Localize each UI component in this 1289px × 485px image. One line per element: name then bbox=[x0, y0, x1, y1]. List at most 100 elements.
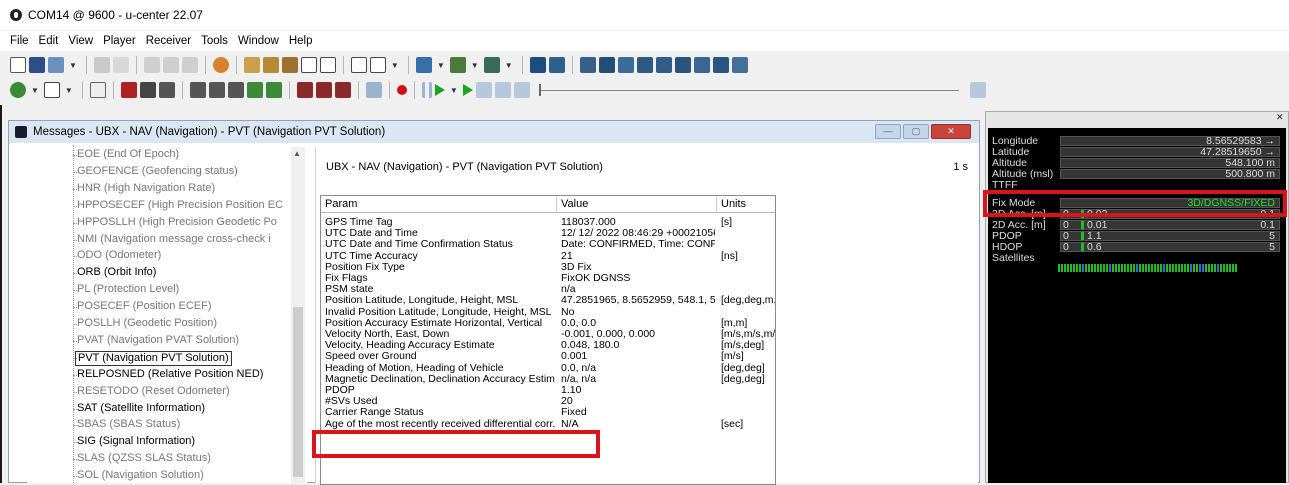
debug-icon[interactable] bbox=[120, 82, 137, 98]
print-icon[interactable] bbox=[93, 57, 110, 73]
new-file-icon[interactable] bbox=[10, 57, 26, 73]
rewind-icon[interactable] bbox=[513, 82, 530, 98]
chevron-down-icon[interactable]: ▼ bbox=[437, 61, 445, 70]
copy-icon[interactable] bbox=[162, 57, 179, 73]
menu-receiver[interactable]: Receiver bbox=[146, 35, 191, 47]
view-icon[interactable] bbox=[598, 57, 615, 73]
view-icon[interactable] bbox=[731, 57, 748, 73]
slider-handle[interactable] bbox=[538, 83, 541, 96]
view-icon[interactable] bbox=[693, 57, 710, 73]
view-icon[interactable] bbox=[548, 57, 565, 73]
menu-player[interactable]: Player bbox=[103, 35, 136, 47]
chevron-down-icon[interactable]: ▼ bbox=[31, 86, 39, 95]
step-back-icon[interactable] bbox=[475, 82, 492, 98]
cookie-icon[interactable] bbox=[212, 57, 229, 73]
view-icon[interactable] bbox=[636, 57, 653, 73]
tree-item[interactable]: ORB (Orbit Info) bbox=[77, 266, 156, 281]
step-end-icon[interactable] bbox=[969, 82, 986, 98]
tree-item[interactable]: NMI (Navigation message cross-check i bbox=[77, 233, 271, 248]
menu-window[interactable]: Window bbox=[238, 35, 279, 47]
record-icon[interactable] bbox=[396, 85, 407, 95]
minimize-button[interactable]: — bbox=[875, 124, 901, 139]
message-icon[interactable] bbox=[208, 82, 225, 98]
play-icon[interactable] bbox=[434, 84, 445, 96]
view-icon[interactable] bbox=[674, 57, 691, 73]
baudrate-icon[interactable] bbox=[43, 82, 60, 98]
view-icon[interactable] bbox=[617, 57, 634, 73]
view-icon[interactable] bbox=[655, 57, 672, 73]
scrollbar-thumb[interactable] bbox=[293, 307, 303, 477]
dock-icon[interactable] bbox=[243, 57, 260, 73]
tree-item[interactable]: RESETODO (Reset Odometer) bbox=[77, 385, 230, 400]
tree-item[interactable]: EOE (End Of Epoch) bbox=[77, 148, 179, 163]
tree-item[interactable]: POSECEF (Position ECEF) bbox=[77, 300, 211, 315]
menu-help[interactable]: Help bbox=[289, 35, 313, 47]
dock-icon[interactable] bbox=[262, 57, 279, 73]
cut-icon[interactable] bbox=[143, 57, 160, 73]
chevron-down-icon[interactable]: ▼ bbox=[391, 61, 399, 70]
step-forward-icon[interactable] bbox=[494, 82, 511, 98]
message-icon[interactable] bbox=[227, 82, 244, 98]
tree-item[interactable]: SLAS (QZSS SLAS Status) bbox=[77, 452, 211, 467]
antenna-icon[interactable] bbox=[139, 82, 156, 98]
tree-item[interactable]: RELPOSNED (Relative Position NED) bbox=[77, 368, 263, 383]
save-icon[interactable] bbox=[29, 57, 45, 73]
satellite-icon[interactable] bbox=[315, 82, 332, 98]
antenna-icon[interactable] bbox=[158, 82, 175, 98]
satellite-icon[interactable] bbox=[296, 82, 313, 98]
chevron-down-icon[interactable]: ▼ bbox=[505, 61, 513, 70]
menu-file[interactable]: File bbox=[10, 35, 29, 47]
table-icon[interactable] bbox=[483, 57, 500, 73]
window-icon[interactable] bbox=[319, 57, 336, 73]
open-icon[interactable] bbox=[48, 57, 64, 73]
eject-icon[interactable] bbox=[365, 82, 382, 98]
tree-item[interactable]: POSLLH (Geodetic Position) bbox=[77, 317, 217, 332]
tree-item[interactable]: SOL (Navigation Solution) bbox=[77, 469, 204, 484]
tree-item[interactable]: HPPOSECEF (High Precision Position EC bbox=[77, 199, 283, 214]
tree-item[interactable]: SBAS (SBAS Status) bbox=[77, 418, 180, 433]
menu-edit[interactable]: Edit bbox=[39, 35, 59, 47]
window-icon[interactable] bbox=[369, 57, 386, 73]
tree-item[interactable]: PL (Protection Level) bbox=[77, 283, 179, 298]
tree-item[interactable]: PVT (Navigation PVT Solution) bbox=[75, 350, 232, 366]
chevron-down-icon[interactable]: ▼ bbox=[471, 61, 479, 70]
column-header-param[interactable]: Param bbox=[321, 196, 557, 213]
message-icon[interactable] bbox=[189, 82, 206, 98]
tree-item[interactable]: PVAT (Navigation PVAT Solution) bbox=[77, 334, 239, 349]
view-icon[interactable] bbox=[579, 57, 596, 73]
message-icon[interactable] bbox=[265, 82, 282, 98]
close-icon[interactable]: ✕ bbox=[1276, 112, 1284, 123]
view-icon[interactable] bbox=[712, 57, 729, 73]
playback-slider[interactable] bbox=[538, 83, 959, 96]
tree-item[interactable]: SIG (Signal Information) bbox=[77, 435, 195, 450]
tree-scrollbar[interactable]: ▲ bbox=[291, 147, 305, 483]
autobaud-icon[interactable] bbox=[89, 82, 106, 98]
tree-item[interactable]: HPPOSLLH (High Precision Geodetic Po bbox=[77, 216, 277, 231]
sigma-icon[interactable] bbox=[350, 57, 367, 73]
tree-item[interactable]: ODO (Odometer) bbox=[77, 249, 161, 264]
view-icon[interactable] bbox=[415, 57, 432, 73]
tree-item[interactable]: SAT (Satellite Information) bbox=[77, 402, 205, 417]
print-preview-icon[interactable] bbox=[112, 57, 129, 73]
menu-tools[interactable]: Tools bbox=[201, 35, 228, 47]
pause-icon[interactable] bbox=[421, 82, 432, 98]
satellite-icon[interactable] bbox=[334, 82, 351, 98]
chevron-down-icon[interactable]: ▼ bbox=[450, 86, 458, 95]
connect-icon[interactable] bbox=[10, 82, 26, 98]
chevron-down-icon[interactable]: ▼ bbox=[65, 86, 73, 95]
restore-button[interactable]: ▢ bbox=[903, 124, 929, 139]
menu-view[interactable]: View bbox=[68, 35, 93, 47]
column-header-value[interactable]: Value bbox=[557, 196, 717, 213]
chart-icon[interactable] bbox=[449, 57, 466, 73]
column-header-units[interactable]: Units bbox=[717, 196, 775, 213]
view-icon[interactable] bbox=[529, 57, 546, 73]
chevron-down-icon[interactable]: ▼ bbox=[69, 61, 77, 70]
close-button[interactable]: ✕ bbox=[931, 124, 971, 139]
message-icon[interactable] bbox=[246, 82, 263, 98]
scroll-up-icon[interactable]: ▲ bbox=[293, 149, 301, 158]
tree-item[interactable]: GEOFENCE (Geofencing status) bbox=[77, 165, 238, 180]
paste-icon[interactable] bbox=[181, 57, 198, 73]
tree-item[interactable]: HNR (High Navigation Rate) bbox=[77, 182, 215, 197]
window-icon[interactable] bbox=[300, 57, 317, 73]
fast-forward-icon[interactable] bbox=[462, 84, 473, 96]
